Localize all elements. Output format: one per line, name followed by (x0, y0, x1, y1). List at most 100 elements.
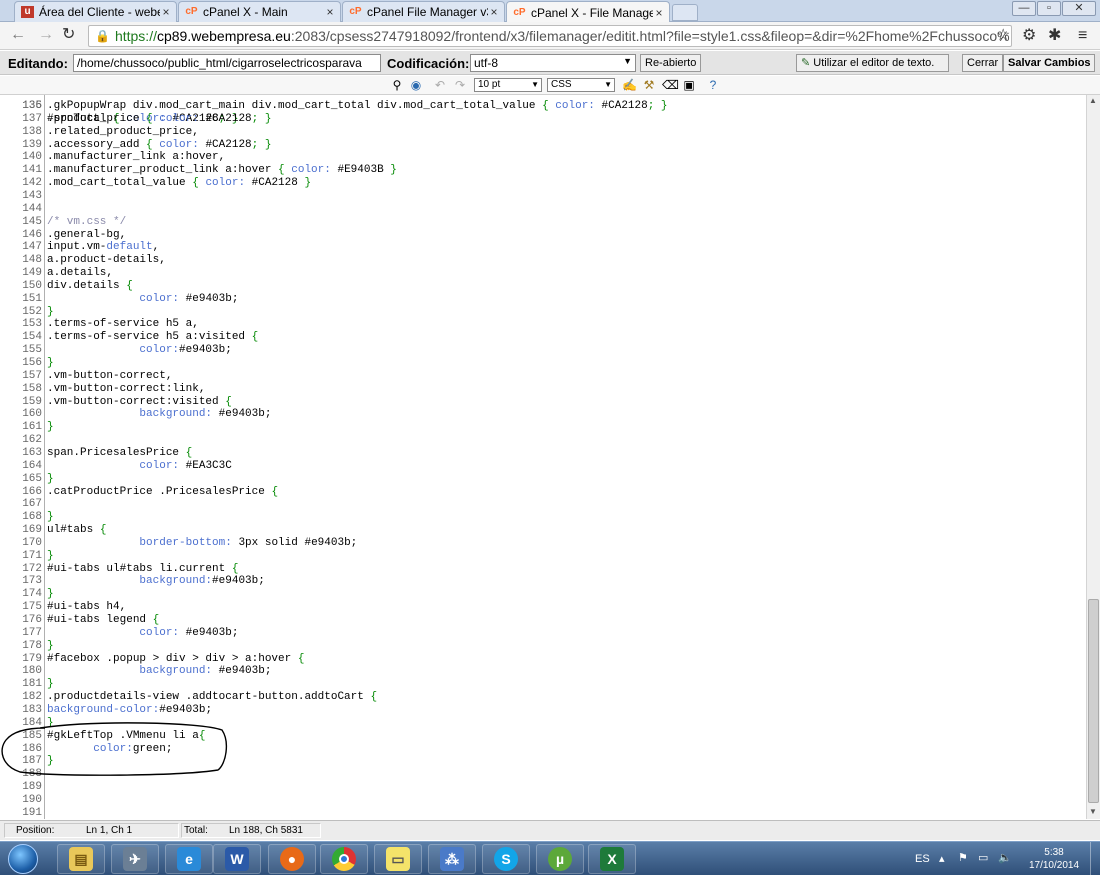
redo-icon[interactable]: ↷ (453, 78, 467, 92)
maximize-button[interactable]: ▫ (1037, 1, 1061, 16)
taskbar-chrome-icon[interactable] (320, 844, 368, 874)
tray-up-arrow-icon[interactable]: ▴ (939, 852, 945, 875)
taskbar-internet-explorer-icon[interactable]: e (165, 844, 213, 874)
line-number: 139 (22, 138, 42, 151)
start-button[interactable] (8, 844, 38, 874)
code-token: ; } (647, 100, 668, 112)
code-line: 155 color:#e9403b; (0, 344, 1086, 357)
code-text: } (47, 640, 54, 653)
line-number: 151 (22, 292, 42, 305)
font-size-select[interactable]: 10 pt ▼ (474, 78, 542, 92)
code-line: 147 input.vm-default, (0, 241, 1086, 254)
search-binoculars-icon[interactable]: ⚲ (390, 78, 404, 92)
taskbar-skype-icon[interactable]: S (482, 844, 530, 874)
tab-area-cliente[interactable]: u Área del Cliente - webemp × (14, 1, 177, 22)
goto-icon[interactable]: ◉ (409, 78, 423, 92)
eraser-icon[interactable]: ⌫ (662, 78, 679, 92)
undo-icon[interactable]: ↶ (433, 78, 447, 92)
utorrent-icon: µ (548, 847, 572, 871)
code-token: { (225, 395, 232, 408)
code-token: .vm-button-correct:visited (47, 395, 226, 408)
code-line: 163 span.PricesalesPrice { (0, 447, 1086, 460)
code-token: .mod_cart_total_value (47, 177, 193, 190)
help-icon[interactable]: ? (706, 78, 720, 92)
close-icon[interactable]: × (160, 5, 172, 19)
taskbar-word-icon[interactable]: W (213, 844, 261, 874)
monitor-icon[interactable]: ▭ (978, 851, 988, 875)
close-icon[interactable]: × (653, 6, 665, 20)
use-text-editor-button[interactable]: ✎ Utilizar el editor de texto. (796, 54, 949, 72)
reload-icon[interactable]: ↻ (62, 26, 75, 44)
flag-icon[interactable]: ⚑ (958, 851, 968, 875)
vertical-scrollbar[interactable]: ▲ ▼ (1086, 95, 1100, 819)
volume-icon[interactable]: 🔈 (998, 851, 1012, 875)
code-editor[interactable]: 135 #spnTotal { color: #CA2128; } 136 .gk… (0, 95, 1086, 819)
extension-bug-icon[interactable]: ✱ (1048, 27, 1061, 45)
scrollbar-thumb[interactable] (1088, 599, 1099, 803)
language-indicator[interactable]: ES (915, 853, 930, 875)
code-token: } (47, 511, 54, 524)
close-icon[interactable]: × (488, 5, 500, 19)
line-number: 169 (22, 524, 42, 537)
code-token: #facebox .popup > div > div > a:hover (47, 652, 298, 665)
taskbar-notes-icon[interactable]: ▭ (374, 844, 422, 874)
line-number: 181 (22, 678, 42, 691)
line-number: 164 (22, 459, 42, 472)
tab-cpanel-main[interactable]: cP cPanel X - Main × (178, 1, 341, 22)
line-number: 142 (22, 177, 42, 190)
taskbar-app-tool-icon[interactable]: ✈ (111, 844, 159, 874)
save-changes-button[interactable]: Salvar Cambios (1003, 54, 1095, 72)
close-icon[interactable]: × (324, 5, 336, 19)
encoding-select[interactable]: utf-8 ▼ (470, 54, 636, 72)
code-text: a.product-details, (47, 254, 166, 267)
line-number: 167 (22, 498, 42, 511)
code-token: input.vm- (47, 241, 107, 254)
close-window-button[interactable]: ✕ (1062, 1, 1096, 16)
taskbar-explorer-folder-icon[interactable]: ▤ (57, 844, 105, 874)
taskbar-utorrent-icon[interactable]: µ (536, 844, 584, 874)
taskbar-firefox-icon[interactable]: ● (268, 844, 316, 874)
code-token: { (231, 562, 239, 575)
file-path-field[interactable]: /home/chussoco/public_html/cigarroselect… (73, 54, 381, 72)
new-tab-button[interactable] (672, 4, 698, 21)
minimize-button[interactable]: — (1012, 1, 1036, 16)
taskbar-network-icon[interactable]: ⁂ (428, 844, 476, 874)
encoding-value: utf-8 (474, 56, 499, 70)
settings-gear-icon[interactable]: ⚙ (1022, 27, 1036, 45)
line-number: 140 (22, 151, 42, 164)
scroll-down-arrow-icon[interactable]: ▼ (1089, 807, 1097, 816)
broom-icon[interactable]: ⚒ (642, 78, 656, 92)
reopen-button[interactable]: Re-abierto (640, 54, 702, 72)
bookmark-star-icon[interactable]: ☆ (996, 27, 1010, 45)
clock[interactable]: 5:38 17/10/2014 (1024, 846, 1084, 875)
code-token: color: (93, 742, 133, 755)
back-arrow-icon[interactable]: ← (10, 26, 26, 44)
code-text: } (47, 357, 54, 370)
taskbar-excel-icon[interactable]: X (588, 844, 636, 874)
url-input[interactable]: 🔒 https:// cp89.webempresa.eu :2083/cpse… (88, 25, 1012, 47)
code-token: #E9403B (337, 164, 384, 177)
code-token: color: (291, 164, 338, 177)
code-line: 189 (0, 781, 1086, 794)
close-button[interactable]: Cerrar (962, 54, 1004, 72)
line-number: 191 (22, 806, 42, 819)
code-line: 180 background: #e9403b; (0, 665, 1086, 678)
highlight-icon[interactable]: ✍ (622, 78, 637, 92)
tab-cpanel-file-manager[interactable]: cP cPanel X - File Manager × (506, 1, 670, 23)
line-number: 157 (22, 369, 42, 382)
syntax-select[interactable]: CSS ▼ (547, 78, 615, 92)
scroll-up-arrow-icon[interactable]: ▲ (1089, 96, 1097, 105)
line-number: 186 (22, 742, 42, 755)
tab-cpanel-file-manager-v3[interactable]: cP cPanel File Manager v3 × (342, 1, 505, 22)
line-number: 172 (22, 562, 42, 575)
forward-arrow-icon[interactable]: → (38, 26, 54, 44)
fullscreen-icon[interactable]: ▣ (682, 78, 696, 92)
menu-hamburger-icon[interactable]: ≡ (1078, 27, 1087, 45)
code-token: #ui-tabs legend (47, 614, 153, 626)
code-line: 179 #facebox .popup > div > div > a:hover… (0, 653, 1086, 666)
code-text: .related_product_price, (47, 126, 199, 139)
show-desktop-button[interactable] (1090, 842, 1100, 875)
